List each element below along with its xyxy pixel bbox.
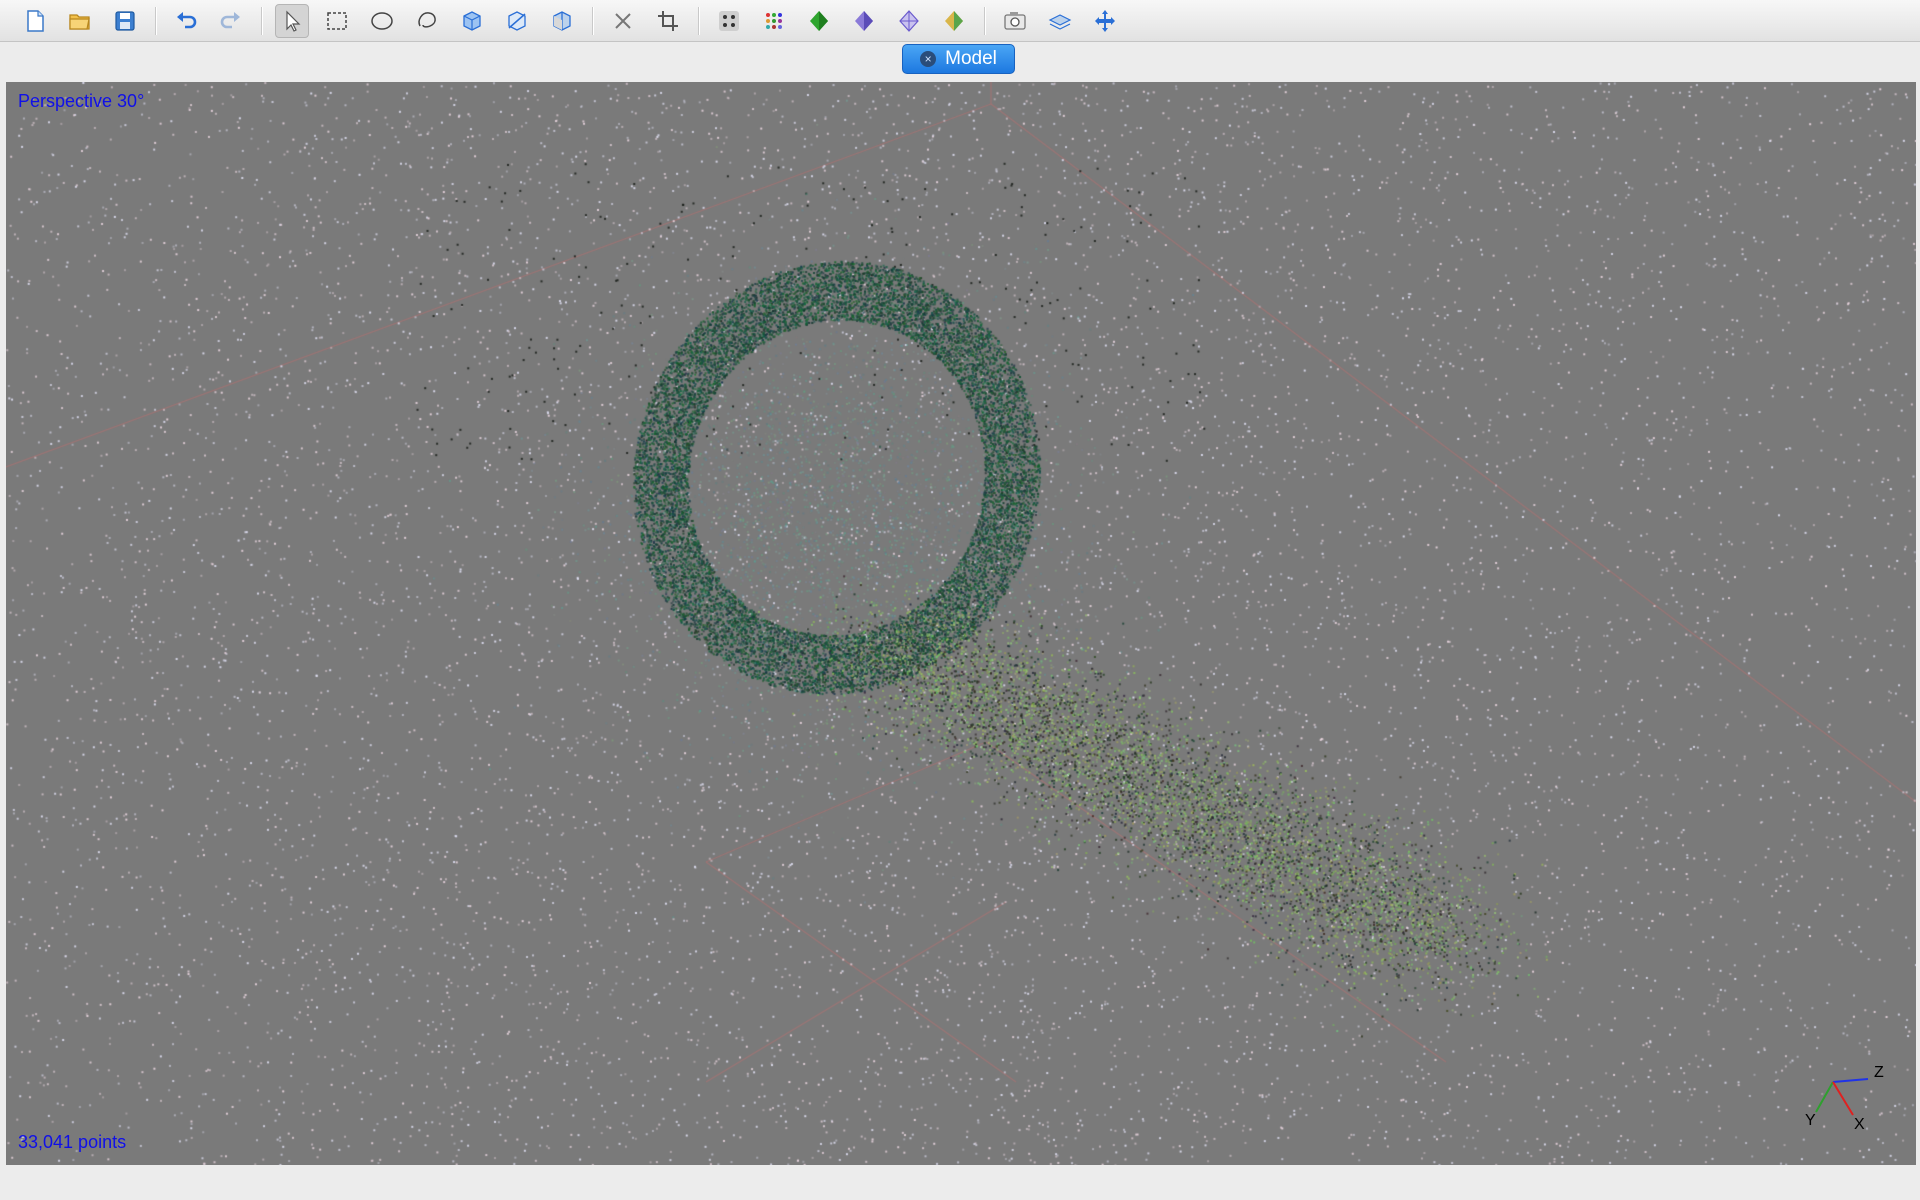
solid-model-icon: [855, 10, 873, 31]
open-folder-icon: [69, 13, 90, 30]
point-cloud: [6, 82, 1916, 1165]
select-none-button[interactable]: [500, 4, 534, 38]
navigate-button[interactable]: [1088, 4, 1122, 38]
shaded-model-button[interactable]: [802, 4, 836, 38]
projection-label: Perspective 30°: [18, 91, 145, 111]
ellipse-select-icon: [371, 11, 393, 30]
pointer-select-button[interactable]: [275, 3, 309, 38]
select-all-button[interactable]: [455, 4, 489, 38]
axes-gizmo: Z Y X: [1805, 1064, 1884, 1133]
lasso-select-button[interactable]: [410, 4, 444, 38]
x-axis-line: [1832, 1081, 1854, 1116]
region-icon: [1048, 13, 1072, 30]
rectangle-select-button[interactable]: [320, 4, 354, 38]
points-display-icon: [719, 10, 739, 31]
select-none-icon: [508, 10, 526, 31]
y-axis-line: [1815, 1081, 1834, 1113]
save-button[interactable]: [108, 4, 142, 38]
z-axis-line: [1832, 1078, 1869, 1083]
tab-label: Model: [945, 48, 997, 69]
model-viewport[interactable]: Perspective 30° 33,041 points Z Y X: [6, 82, 1916, 1165]
toolbar-separator: [698, 6, 700, 35]
status-bar: [0, 1166, 1920, 1200]
solid-model-button[interactable]: [847, 4, 881, 38]
delete-button[interactable]: [606, 4, 640, 38]
ellipse-select-button[interactable]: [365, 4, 399, 38]
textured-model-button[interactable]: [937, 4, 971, 38]
shaded-model-icon: [810, 10, 828, 31]
new-file-button[interactable]: [18, 4, 52, 38]
colored-points-icon: [766, 12, 782, 29]
select-all-icon: [463, 10, 481, 31]
document-tab-bar: × Model: [0, 43, 1920, 77]
y-axis-label: Y: [1805, 1112, 1816, 1129]
cameras-button[interactable]: [998, 4, 1032, 38]
cameras-icon: [1004, 11, 1026, 30]
lasso-select-icon: [418, 11, 436, 28]
toolbar-separator: [592, 6, 594, 35]
pointer-select-icon: [286, 10, 301, 32]
textured-model-icon: [945, 10, 963, 31]
z-axis-label: Z: [1874, 1064, 1884, 1081]
redo-icon: [220, 11, 240, 28]
tab-model[interactable]: × Model: [902, 44, 1015, 74]
toolbar-separator: [984, 6, 986, 35]
toolbar-separator: [155, 6, 157, 35]
crop-icon: [658, 10, 678, 31]
tab-close-icon[interactable]: ×: [920, 51, 937, 67]
invert-selection-button[interactable]: [545, 4, 579, 38]
toolbar-separator: [261, 6, 263, 35]
undo-icon: [177, 11, 197, 28]
crop-button[interactable]: [651, 4, 685, 38]
rectangle-select-icon: [327, 11, 347, 30]
new-file-icon: [27, 9, 44, 32]
region-button[interactable]: [1043, 4, 1077, 38]
main-toolbar: [0, 0, 1920, 42]
wireframe-model-button[interactable]: [892, 4, 926, 38]
undo-button[interactable]: [169, 4, 203, 38]
point-count-label: 33,041 points: [18, 1132, 127, 1152]
delete-icon: [615, 12, 631, 29]
x-axis-label: X: [1854, 1116, 1865, 1133]
save-icon: [115, 10, 135, 31]
points-display-button[interactable]: [712, 4, 746, 38]
navigate-icon: [1095, 9, 1115, 32]
invert-selection-icon: [553, 10, 571, 31]
wireframe-model-icon: [899, 9, 919, 32]
redo-button[interactable]: [214, 4, 248, 38]
colored-points-button[interactable]: [757, 4, 791, 38]
open-folder-button[interactable]: [63, 4, 97, 38]
